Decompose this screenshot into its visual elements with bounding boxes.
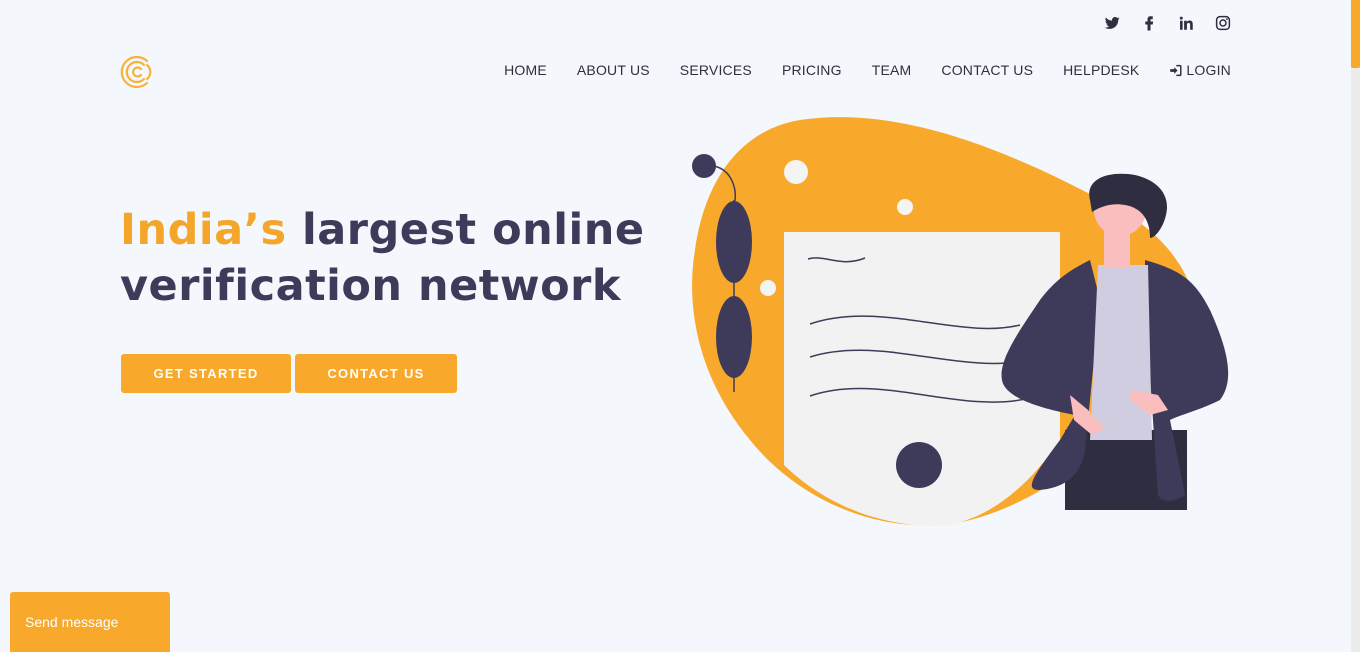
hero-title-accent: India’s [120, 205, 287, 255]
main-nav: HOME ABOUT US SERVICES PRICING TEAM CONT… [504, 62, 1231, 78]
nav-about-us[interactable]: ABOUT US [577, 62, 650, 78]
send-message-widget[interactable]: Send message [10, 592, 170, 652]
instagram-icon[interactable] [1214, 14, 1232, 32]
social-links [1103, 14, 1232, 32]
get-started-button[interactable]: GET STARTED [121, 354, 291, 393]
scrollbar-thumb[interactable] [1351, 0, 1360, 68]
hero-title: India’s largest online verification netw… [120, 202, 644, 314]
nav-helpdesk[interactable]: HELPDESK [1063, 62, 1139, 78]
login-label: LOGIN [1186, 62, 1231, 78]
nav-login[interactable]: LOGIN [1169, 62, 1231, 78]
nav-team[interactable]: TEAM [872, 62, 912, 78]
logo-icon[interactable] [120, 52, 160, 92]
nav-contact-us[interactable]: CONTACT US [941, 62, 1033, 78]
nav-services[interactable]: SERVICES [680, 62, 752, 78]
contact-us-button[interactable]: CONTACT US [295, 354, 457, 393]
send-message-label: Send message [25, 614, 119, 630]
hero-illustration [692, 117, 1229, 527]
scrollbar[interactable] [1351, 0, 1360, 652]
login-icon [1170, 64, 1182, 76]
twitter-icon[interactable] [1103, 14, 1121, 32]
hero-title-line1: largest online [286, 205, 645, 255]
nav-pricing[interactable]: PRICING [782, 62, 842, 78]
hero-title-line2: verification network [120, 261, 621, 311]
facebook-icon[interactable] [1140, 14, 1158, 32]
linkedin-icon[interactable] [1177, 14, 1195, 32]
nav-home[interactable]: HOME [504, 62, 547, 78]
hero-buttons: GET STARTED CONTACT US [121, 354, 457, 393]
